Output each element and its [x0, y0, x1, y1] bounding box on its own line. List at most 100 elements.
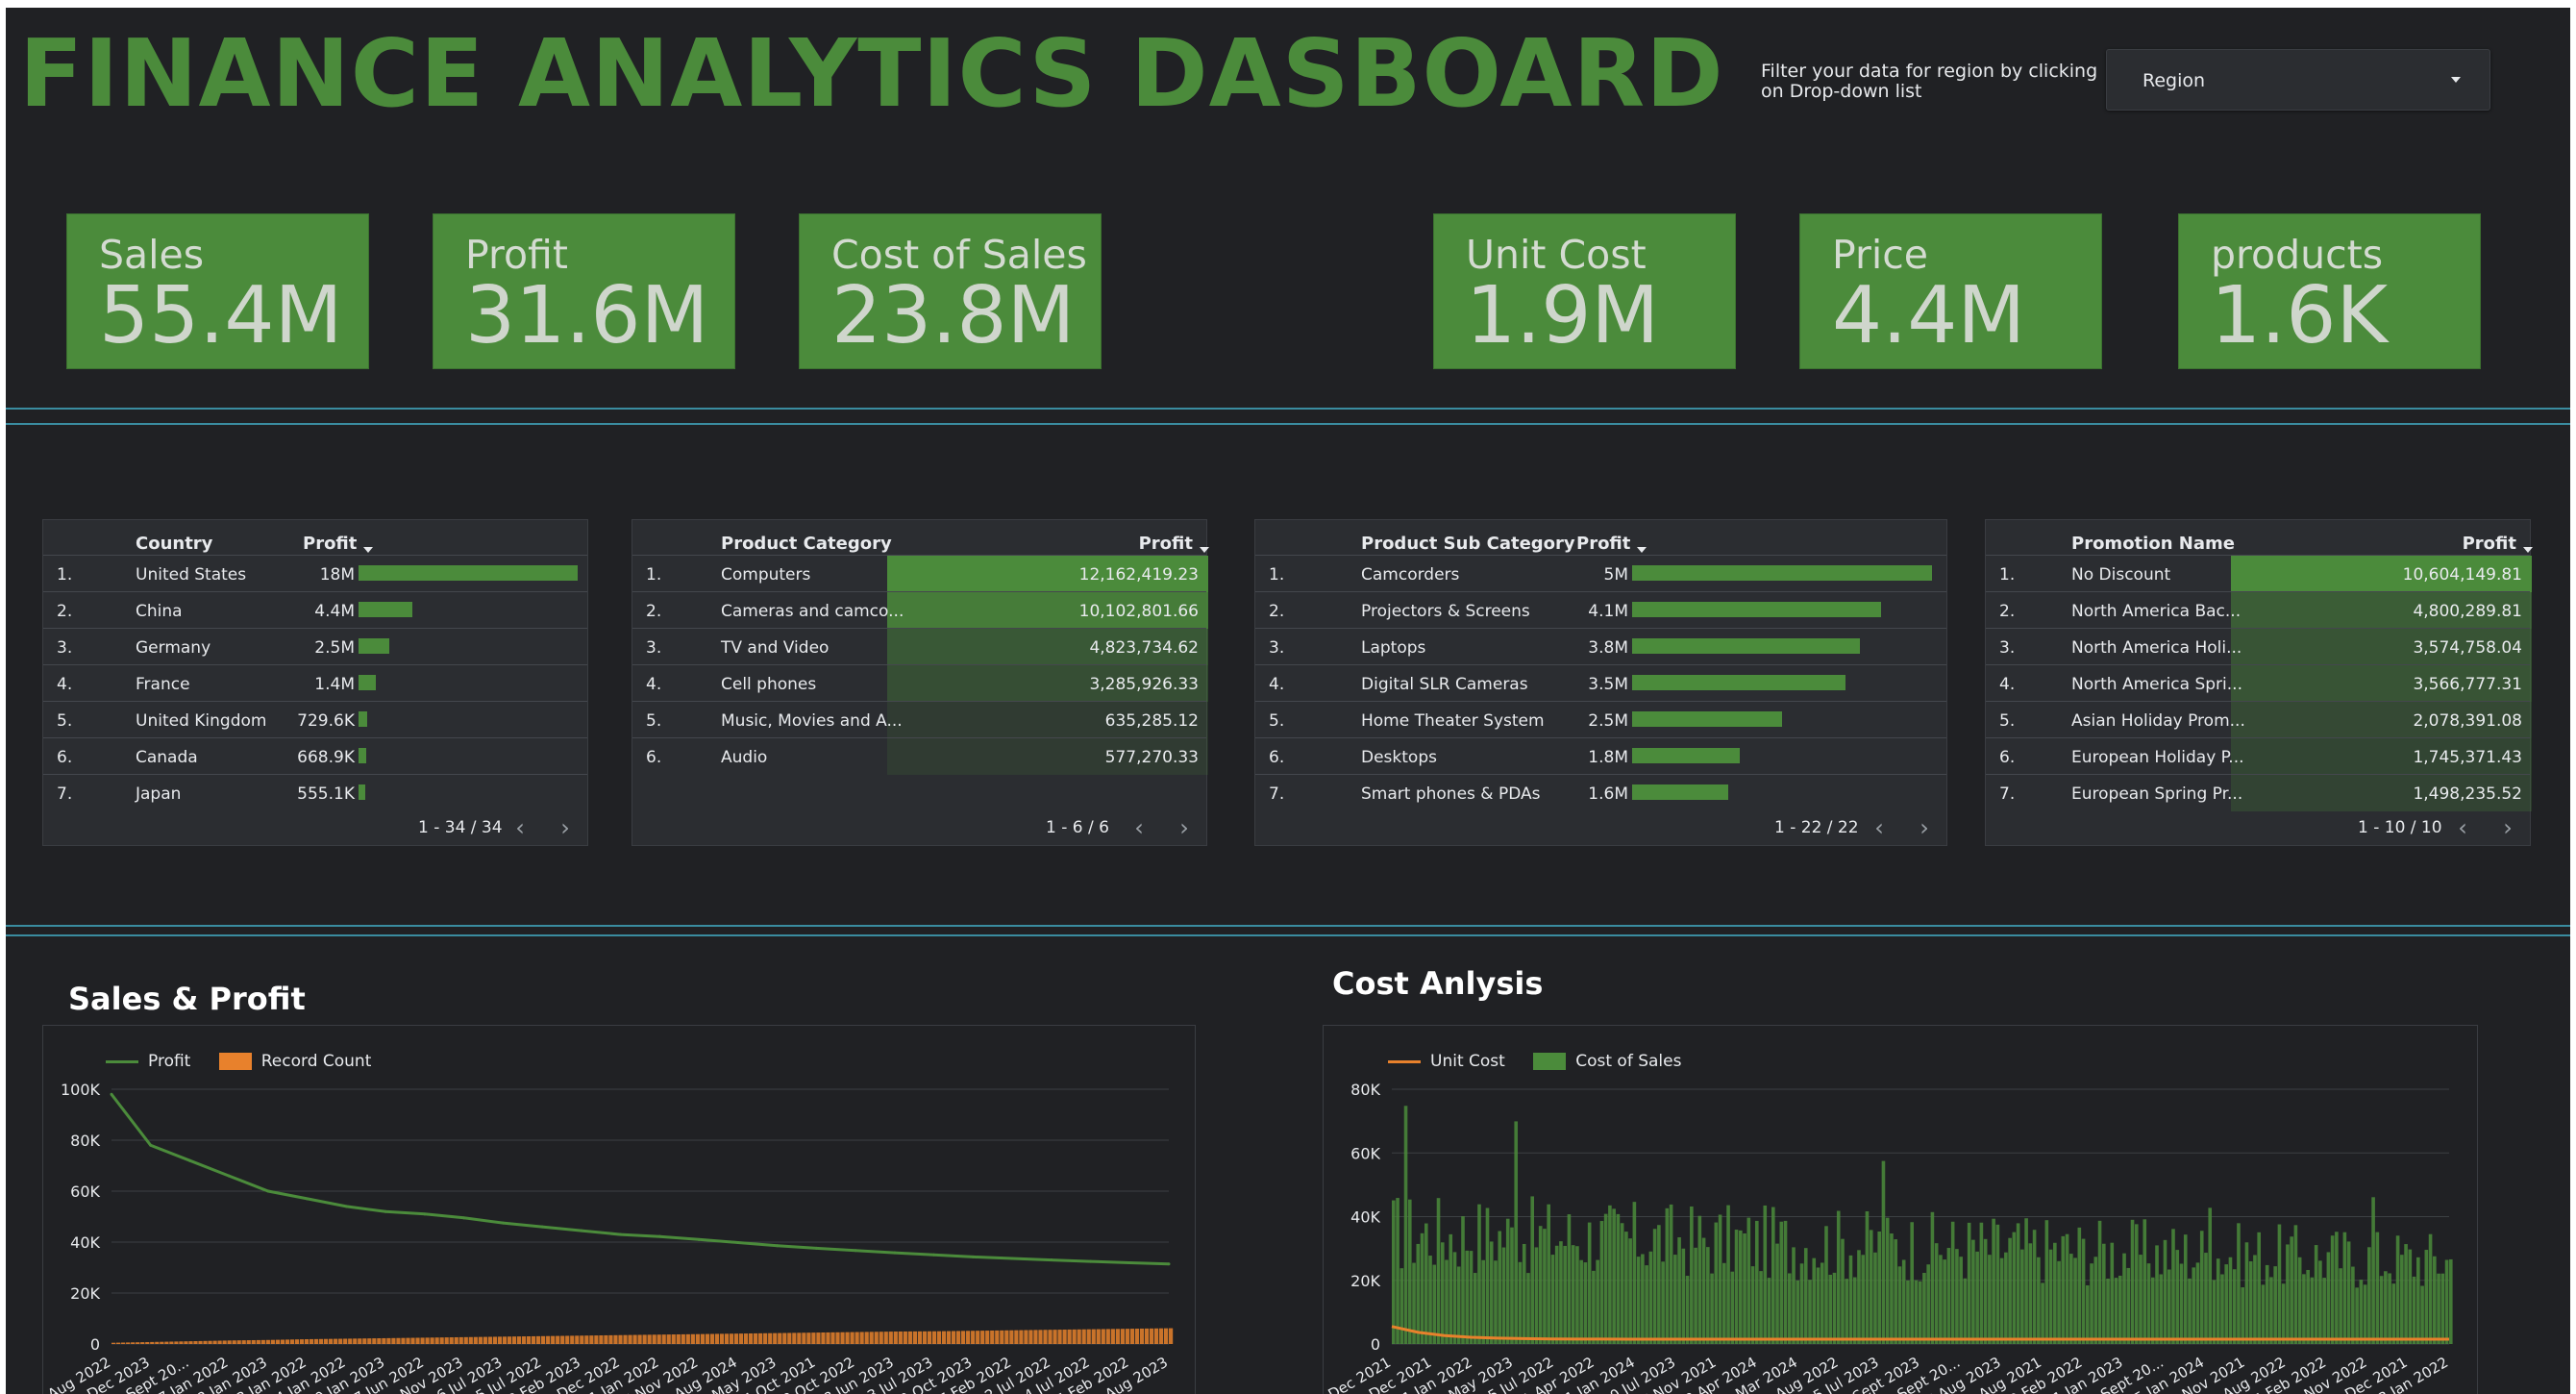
table-row[interactable]: 3. Germany 2.5M — [43, 628, 587, 664]
cost-of-sales-bar — [2150, 1277, 2155, 1344]
table-row[interactable]: 4. Digital SLR Cameras 3.5M — [1255, 664, 1946, 701]
record-count-bar — [309, 1338, 314, 1344]
table-row[interactable]: 6. European Holiday P... 1,745,371.43 — [1986, 737, 2532, 775]
cost-of-sales-bar — [2355, 1287, 2359, 1344]
prev-page-button[interactable]: ‹ — [2452, 816, 2473, 839]
record-count-bar — [917, 1331, 923, 1344]
cost-of-sales-bar — [2412, 1276, 2416, 1344]
record-count-bar — [1067, 1329, 1072, 1344]
table-row[interactable]: 1. United States 18M — [43, 555, 587, 591]
profit-bar — [359, 638, 389, 654]
record-count-bar — [666, 1334, 671, 1344]
legend-line-swatch — [106, 1059, 138, 1063]
table-row[interactable]: 6. Canada 668.9K — [43, 737, 587, 774]
table-row[interactable]: 1. Camcorders 5M — [1255, 555, 1946, 591]
column-header-country[interactable]: Country — [136, 534, 212, 554]
table-row[interactable]: 4. France 1.4M — [43, 664, 587, 701]
row-number: 4. — [1999, 675, 2016, 694]
record-count-bar — [430, 1337, 434, 1344]
column-header-promotion-name[interactable]: Promotion Name — [2071, 534, 2235, 554]
table-row[interactable]: 2. China 4.4M — [43, 591, 587, 628]
table-row[interactable]: 7. European Spring Pr... 1,498,235.52 — [1986, 774, 2532, 811]
cost-of-sales-bar — [1608, 1205, 1612, 1344]
next-page-button[interactable]: › — [2497, 816, 2518, 839]
row-number: 2. — [646, 602, 662, 621]
column-header-product-sub-category[interactable]: Product Sub Category — [1361, 534, 1575, 554]
record-count-bar — [483, 1336, 487, 1344]
table-row[interactable]: 5. Home Theater System 2.5M — [1255, 701, 1946, 737]
column-header-profit[interactable]: Profit — [1139, 534, 1209, 554]
table-row[interactable]: 5. Music, Movies and A... 635,285.12 — [632, 701, 1208, 738]
table-row[interactable]: 7. Smart phones & PDAs 1.6M — [1255, 774, 1946, 810]
record-count-bar — [976, 1331, 980, 1344]
cost-of-sales-bar — [2277, 1224, 2282, 1344]
cost-of-sales-bar — [2351, 1266, 2355, 1344]
column-header-label: Profit — [2462, 534, 2516, 554]
record-count-bar — [251, 1339, 256, 1344]
cost-of-sales-bar — [1445, 1259, 1449, 1344]
row-name: Asian Holiday Prom... — [2071, 711, 2245, 731]
column-header-profit[interactable]: Profit — [2462, 534, 2533, 554]
table-row[interactable]: 6. Desktops 1.8M — [1255, 737, 1946, 774]
record-count-bar — [898, 1331, 903, 1344]
record-count-bar — [705, 1333, 710, 1344]
table-row[interactable]: 2. Projectors & Screens 4.1M — [1255, 591, 1946, 628]
table-row[interactable]: 3. North America Holi... 3,574,758.04 — [1986, 628, 2532, 665]
record-count-bar — [111, 1342, 116, 1344]
row-number: 3. — [646, 638, 662, 658]
record-count-bar — [420, 1337, 425, 1344]
cost-of-sales-bar — [2073, 1257, 2077, 1344]
column-header-profit[interactable]: Profit — [303, 534, 374, 554]
table-row[interactable]: 1. No Discount 10,604,149.81 — [1986, 555, 2532, 592]
profit-point — [227, 1174, 231, 1178]
record-count-bar — [936, 1331, 942, 1344]
row-number: 7. — [57, 784, 73, 804]
row-value: 3.8M — [1588, 638, 1628, 658]
region-dropdown[interactable]: Region — [2106, 49, 2490, 111]
table-row[interactable]: 6. Audio 577,270.33 — [632, 737, 1208, 775]
next-page-button[interactable]: › — [1174, 816, 1195, 839]
record-count-bar — [458, 1336, 463, 1344]
prev-page-button[interactable]: ‹ — [1128, 816, 1150, 839]
record-count-bar — [1048, 1330, 1053, 1344]
record-count-bar — [275, 1339, 280, 1344]
cost-of-sales-bar — [1526, 1273, 1530, 1344]
record-count-bar — [907, 1331, 912, 1344]
table-row[interactable]: 3. Laptops 3.8M — [1255, 628, 1946, 664]
record-count-bar — [792, 1332, 797, 1344]
row-name: Cameras and camco... — [721, 602, 904, 621]
cost-of-sales-bar — [2269, 1277, 2273, 1344]
sales-profit-title: Sales & Profit — [68, 981, 306, 1017]
record-count-bar — [661, 1334, 666, 1344]
cost-of-sales-bar — [1750, 1266, 1755, 1344]
kpi-price: Price 4.4M — [1799, 213, 2102, 369]
table-row[interactable]: 1. Computers 12,162,419.23 — [632, 555, 1208, 592]
table-row[interactable]: 2. North America Bac... 4,800,289.81 — [1986, 591, 2532, 629]
next-page-button[interactable]: › — [1914, 816, 1935, 839]
column-header-product-category[interactable]: Product Category — [721, 534, 892, 554]
record-count-bar — [1033, 1330, 1038, 1344]
record-count-bar — [1096, 1329, 1101, 1344]
next-page-button[interactable]: › — [555, 816, 576, 839]
sort-desc-icon — [1637, 547, 1647, 553]
column-header-profit[interactable]: Profit — [1576, 534, 1647, 554]
table-row[interactable]: 5. Asian Holiday Prom... 2,078,391.08 — [1986, 701, 2532, 738]
cost-of-sales-bar — [2359, 1280, 2364, 1344]
cost-of-sales-bar — [2367, 1247, 2371, 1344]
profit-line — [110, 1093, 1170, 1266]
row-name: European Holiday P... — [2071, 748, 2244, 767]
record-count-bar — [623, 1334, 628, 1344]
table-row[interactable]: 2. Cameras and camco... 10,102,801.66 — [632, 591, 1208, 629]
prev-page-button[interactable]: ‹ — [509, 816, 531, 839]
table-row[interactable]: 3. TV and Video 4,823,734.62 — [632, 628, 1208, 665]
table-row[interactable]: 4. Cell phones 3,285,926.33 — [632, 664, 1208, 702]
record-count-bar — [768, 1332, 773, 1344]
profit-point — [1167, 1262, 1171, 1266]
record-count-bar — [1000, 1330, 1004, 1344]
table-row[interactable]: 5. United Kingdom 729.6K — [43, 701, 587, 737]
prev-page-button[interactable]: ‹ — [1869, 816, 1890, 839]
row-number: 7. — [1269, 784, 1285, 804]
table-row[interactable]: 4. North America Spri... 3,566,777.31 — [1986, 664, 2532, 702]
table-row[interactable]: 7. Japan 555.1K — [43, 774, 587, 810]
profit-point — [657, 1234, 661, 1238]
